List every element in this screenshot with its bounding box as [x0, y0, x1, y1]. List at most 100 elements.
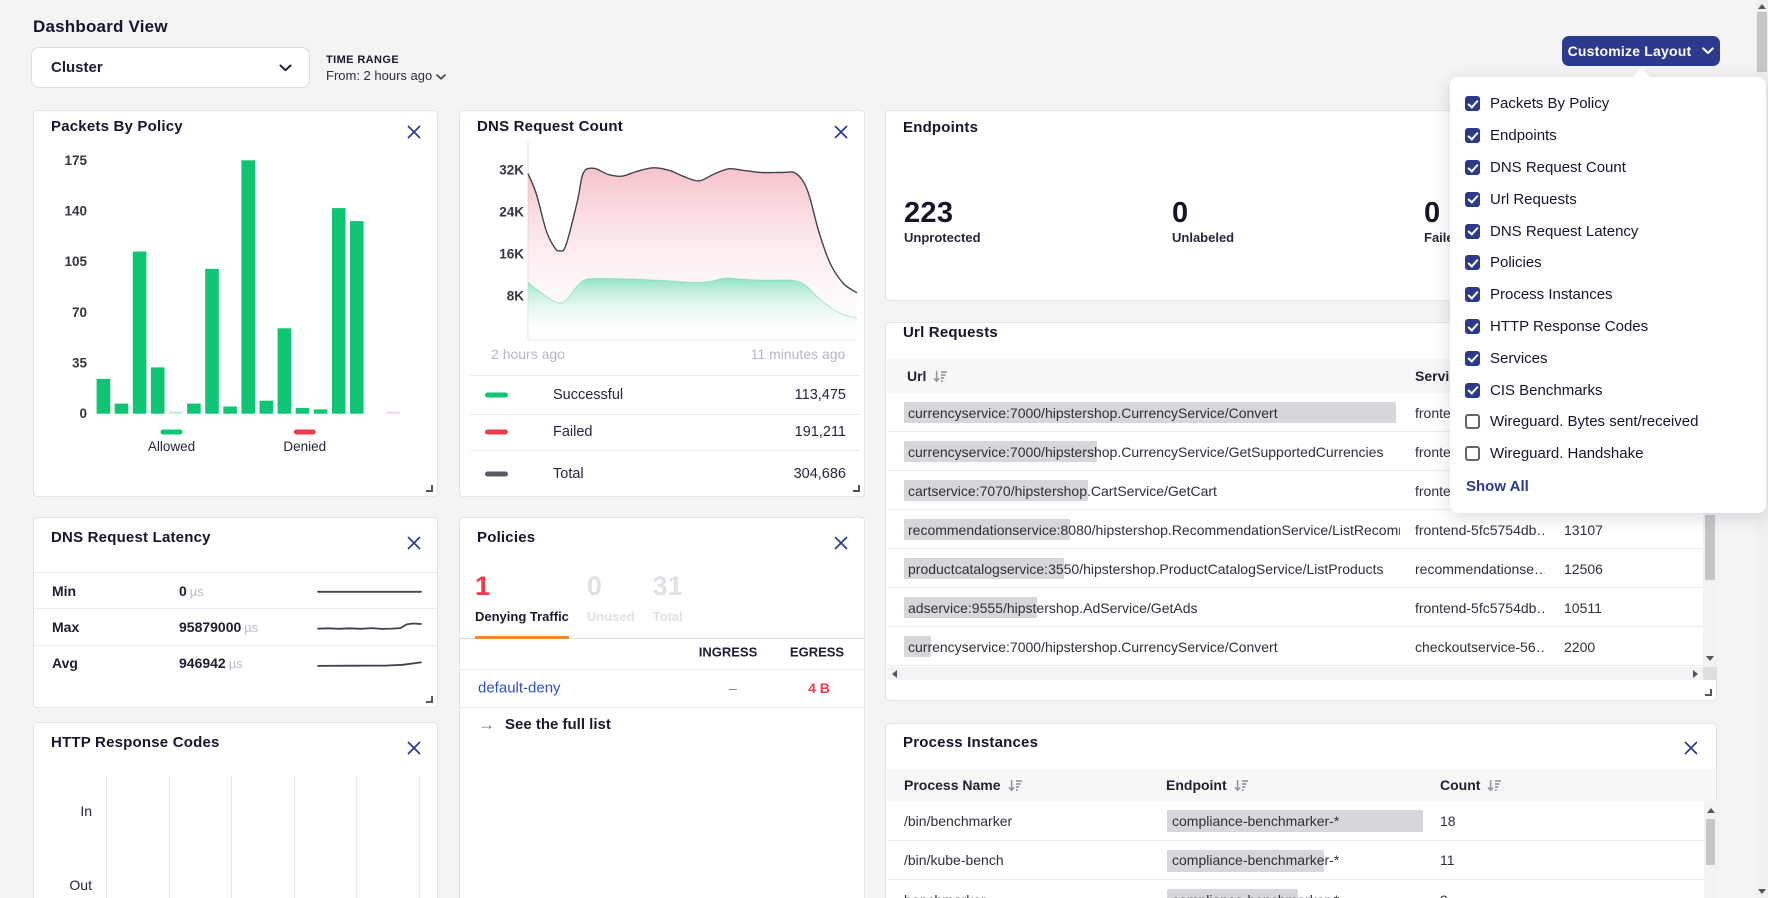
- close-icon[interactable]: [1684, 741, 1698, 755]
- menu-item-wireguard-bytes-sent-received[interactable]: Wireguard. Bytes sent/received: [1450, 406, 1766, 438]
- menu-item-wireguard-handshake[interactable]: Wireguard. Handshake: [1450, 438, 1766, 470]
- url-table-horizontal-scrollbar[interactable]: [887, 667, 1703, 680]
- endpoint-cell: compliance-benchmarker-*: [1172, 813, 1339, 829]
- checkbox-checked-icon[interactable]: [1465, 192, 1480, 207]
- checkbox-checked-icon[interactable]: [1465, 319, 1480, 334]
- scroll-down-icon[interactable]: [1758, 889, 1766, 894]
- menu-item-label: Services: [1490, 350, 1548, 367]
- url-cell: cartservice:7070/hipstershop.CartService…: [908, 483, 1400, 499]
- menu-item-dns-request-latency[interactable]: DNS Request Latency: [1450, 215, 1766, 247]
- resize-handle-icon[interactable]: [1705, 689, 1712, 696]
- sort-icon: [1234, 779, 1248, 792]
- value-number: 0: [179, 583, 187, 599]
- show-all-link[interactable]: Show All: [1466, 478, 1529, 495]
- svg-text:105: 105: [64, 254, 87, 269]
- latency-metric-value: 95879000µs: [179, 619, 258, 635]
- scroll-up-icon[interactable]: [1758, 4, 1766, 9]
- svg-text:11 minutes ago: 11 minutes ago: [751, 346, 846, 362]
- checkbox-checked-icon[interactable]: [1465, 351, 1480, 366]
- policies-tab-unused[interactable]: 0Unused: [587, 573, 635, 638]
- close-icon[interactable]: [834, 536, 848, 550]
- checkbox-unchecked-icon[interactable]: [1465, 446, 1480, 461]
- policies-tab-denying-traffic[interactable]: 1Denying Traffic: [475, 573, 569, 638]
- resize-handle-icon[interactable]: [853, 485, 860, 492]
- arrow-right-icon: →: [478, 716, 495, 733]
- card-policies: Policies 1Denying Traffic0Unused31Total …: [459, 517, 865, 898]
- scrollbar-thumb[interactable]: [1757, 12, 1767, 72]
- menu-item-dns-request-count[interactable]: DNS Request Count: [1450, 152, 1766, 184]
- menu-item-url-requests[interactable]: Url Requests: [1450, 183, 1766, 215]
- menu-item-policies[interactable]: Policies: [1450, 247, 1766, 279]
- stat-value: 223: [904, 199, 981, 228]
- checkbox-checked-icon[interactable]: [1465, 383, 1480, 398]
- policy-link[interactable]: default-deny: [478, 680, 561, 697]
- service-cell: frontend-5fc5754db…: [1415, 522, 1545, 538]
- dns-legend-row: Successful113,475: [470, 375, 860, 414]
- dns-legend-row: Failed191,211: [470, 414, 860, 451]
- sort-icon: [1008, 779, 1022, 792]
- policy-ingress-value: –: [729, 680, 737, 696]
- column-header-label: Url: [907, 368, 926, 384]
- legend-swatch: [485, 430, 508, 435]
- checkbox-checked-icon[interactable]: [1465, 255, 1480, 270]
- gridline: [231, 776, 232, 898]
- menu-item-services[interactable]: Services: [1450, 342, 1766, 374]
- checkbox-checked-icon[interactable]: [1465, 128, 1480, 143]
- card-http-response-codes: HTTP Response Codes InOut: [33, 722, 438, 898]
- url-column-header[interactable]: Url: [907, 359, 947, 393]
- process-name-column-header[interactable]: Process Name: [904, 769, 1022, 801]
- customize-layout-menu: Packets By Policy Endpoints DNS Request Co…: [1450, 77, 1766, 513]
- process-table-row[interactable]: /bin/kube-benchcompliance-benchmarker-*1…: [887, 841, 1704, 881]
- legend-value: 191,211: [795, 424, 846, 440]
- policies-tab-total[interactable]: 31Total: [653, 573, 683, 638]
- url-table-row[interactable]: productcatalogservice:3550/hipstershop.P…: [887, 549, 1703, 588]
- menu-item-cis-benchmarks[interactable]: CIS Benchmarks: [1450, 374, 1766, 406]
- scroll-left-icon[interactable]: [892, 670, 897, 678]
- svg-text:8K: 8K: [507, 288, 525, 303]
- checkbox-unchecked-icon[interactable]: [1465, 414, 1480, 429]
- url-table-row[interactable]: adservice:9555/hipstershop.AdService/Get…: [887, 588, 1703, 627]
- lane-label: In: [34, 803, 92, 819]
- value-number: 95879000: [179, 619, 241, 635]
- checkbox-checked-icon[interactable]: [1465, 287, 1480, 302]
- cluster-select-value: Cluster: [51, 59, 103, 76]
- menu-item-endpoints[interactable]: Endpoints: [1450, 120, 1766, 152]
- url-table-row[interactable]: recommendationservice:8080/hipstershop.R…: [887, 510, 1703, 549]
- close-icon[interactable]: [407, 536, 421, 550]
- cluster-select[interactable]: Cluster: [31, 47, 310, 88]
- menu-item-label: CIS Benchmarks: [1490, 382, 1603, 399]
- close-icon[interactable]: [407, 741, 421, 755]
- scroll-up-icon[interactable]: [1707, 808, 1715, 813]
- menu-item-process-instances[interactable]: Process Instances: [1450, 279, 1766, 311]
- menu-item-http-response-codes[interactable]: HTTP Response Codes: [1450, 311, 1766, 343]
- scroll-right-icon[interactable]: [1693, 670, 1698, 678]
- ingress-column-header: INGRESS: [699, 644, 758, 659]
- count-column-header[interactable]: Count: [1440, 769, 1501, 801]
- menu-item-label: Endpoints: [1490, 127, 1557, 144]
- process-table-vertical-scrollbar[interactable]: [1704, 801, 1717, 898]
- checkbox-checked-icon[interactable]: [1465, 160, 1480, 175]
- dropdown-caret: [1632, 68, 1650, 77]
- service-cell: frontend-5fc5754db…: [1415, 600, 1545, 616]
- resize-handle-icon[interactable]: [426, 696, 433, 703]
- time-range-value[interactable]: From: 2 hours ago: [326, 68, 446, 83]
- menu-item-packets-by-policy[interactable]: Packets By Policy: [1450, 88, 1766, 120]
- checkbox-checked-icon[interactable]: [1465, 224, 1480, 239]
- chevron-down-icon: [279, 64, 292, 72]
- scrollbar-thumb[interactable]: [1705, 515, 1715, 580]
- gridline: [169, 776, 170, 898]
- scroll-down-icon[interactable]: [1706, 656, 1714, 661]
- process-table-row[interactable]: /bin/benchmarkercompliance-benchmarker-*…: [887, 801, 1704, 841]
- endpoint-column-header[interactable]: Endpoint: [1166, 769, 1248, 801]
- svg-text:140: 140: [64, 203, 87, 218]
- process-table-row[interactable]: benchmarkercompliance-benchmarker-*9: [887, 880, 1704, 898]
- legend-name: Total: [553, 466, 584, 482]
- customize-layout-button[interactable]: Customize Layout: [1562, 36, 1720, 66]
- resize-handle-icon[interactable]: [426, 485, 433, 492]
- checkbox-checked-icon[interactable]: [1465, 96, 1480, 111]
- see-full-list-link[interactable]: → See the full list: [478, 716, 611, 733]
- url-table-row[interactable]: currencyservice:7000/hipstershop.Currenc…: [887, 627, 1703, 666]
- process-table-header: Process Name Endpoint Count: [887, 769, 1715, 801]
- card-title: HTTP Response Codes: [51, 734, 220, 751]
- scrollbar-thumb[interactable]: [1706, 819, 1715, 865]
